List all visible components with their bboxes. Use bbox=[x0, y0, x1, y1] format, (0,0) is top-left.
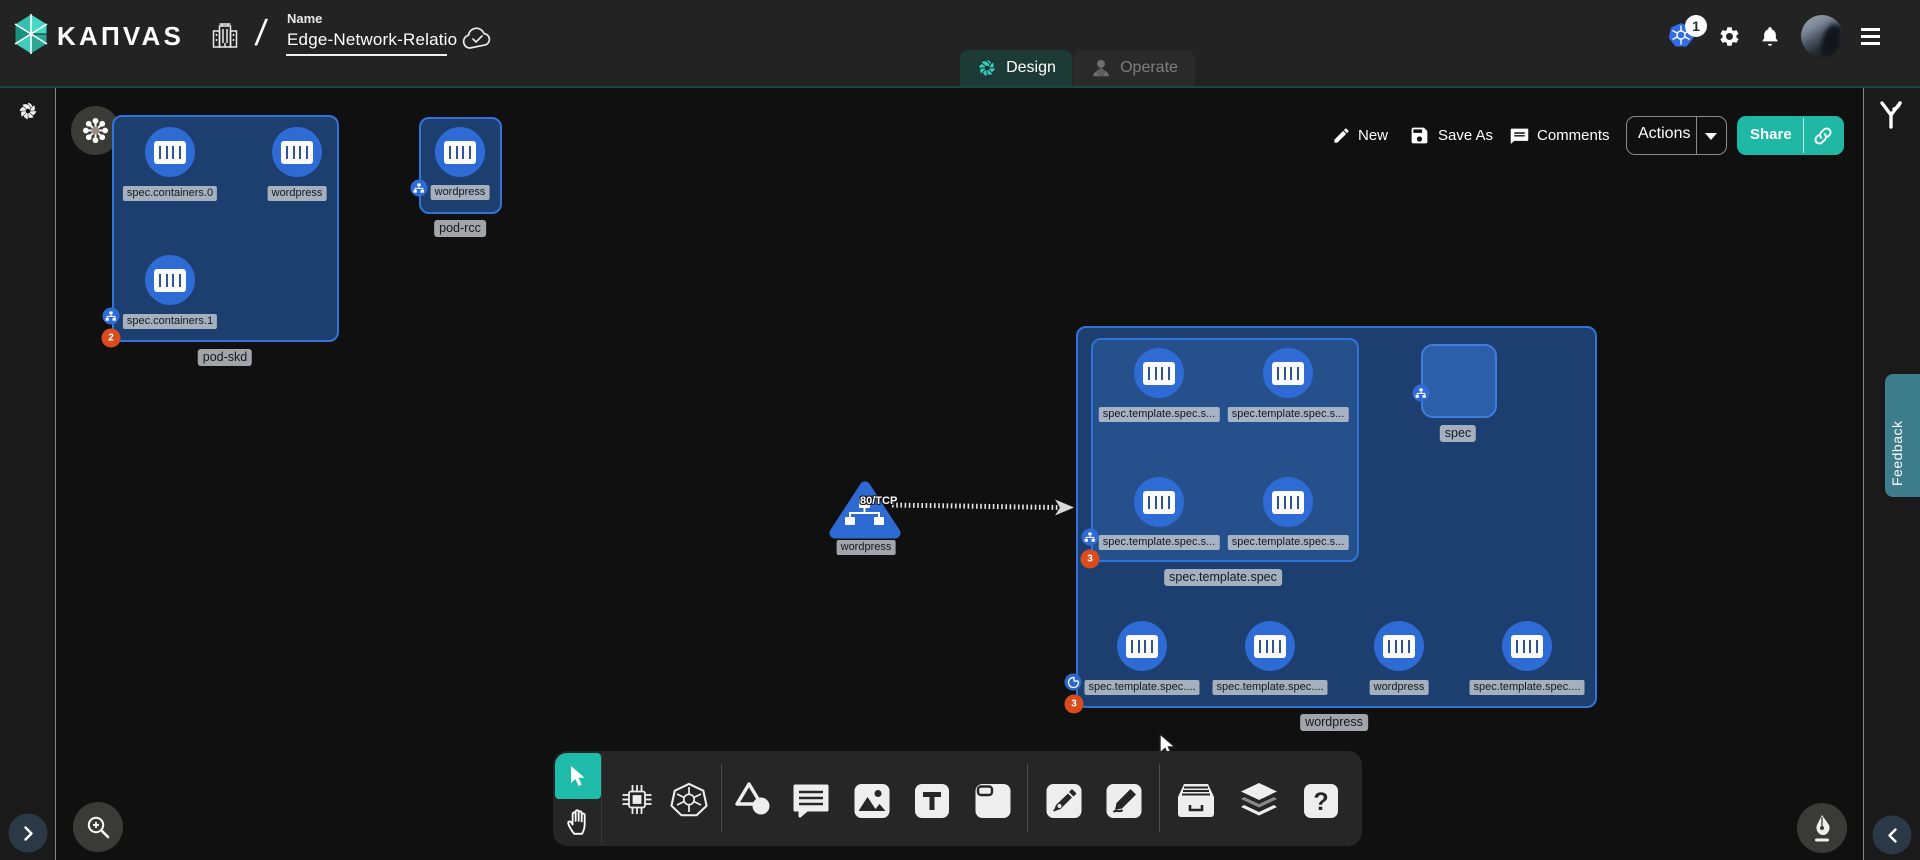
svg-text:1: 1 bbox=[1692, 18, 1700, 34]
svg-text:?: ? bbox=[1313, 788, 1328, 816]
